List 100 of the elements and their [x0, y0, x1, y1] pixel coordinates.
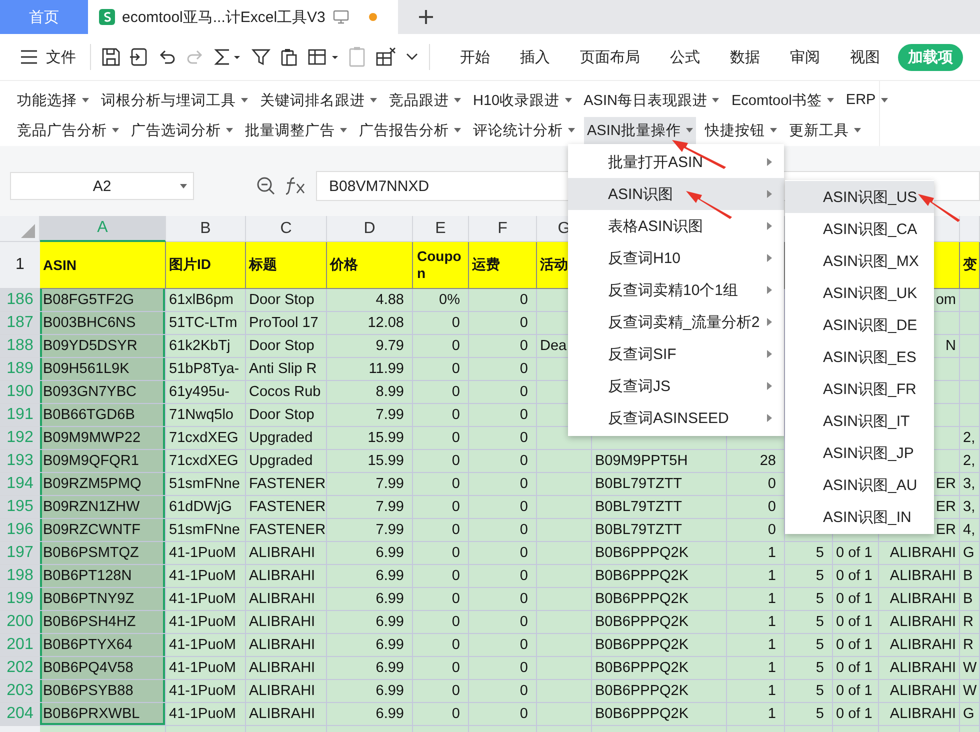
- table-cell: 4.88: [327, 289, 413, 312]
- empty-cell: [537, 611, 592, 634]
- caret-icon: [112, 128, 119, 132]
- table-cell: 0: [469, 427, 537, 450]
- table-cell: B09H561L9K: [40, 358, 166, 381]
- row-number[interactable]: 1: [0, 242, 40, 289]
- ribbon-tab[interactable]: 页面布局: [568, 44, 652, 70]
- addin-menu-button[interactable]: 广告报告分析: [356, 116, 464, 144]
- table-cell: FASTENER: [246, 519, 327, 542]
- table-cell: 0: [469, 519, 537, 542]
- document-tab[interactable]: ecomtool亚马...计Excel工具V3: [88, 0, 398, 34]
- addin-menu-button[interactable]: 批量调整广告: [242, 116, 350, 144]
- submenu-arrow-icon: [767, 222, 772, 230]
- submenu-item[interactable]: ASIN识图_CA: [785, 213, 934, 245]
- menu-item[interactable]: ASIN识图: [568, 178, 784, 210]
- table-cell: B09RZM5PMQ: [40, 473, 166, 496]
- table-cell: W: [960, 657, 980, 680]
- column-letter[interactable]: E: [413, 216, 469, 242]
- submenu-item[interactable]: ASIN识图_MX: [785, 245, 934, 277]
- ribbon-tab[interactable]: 审阅: [778, 44, 832, 70]
- table-cell: Door Stop: [246, 404, 327, 427]
- empty-cell: [960, 312, 980, 335]
- table-cell: 2,: [960, 427, 980, 450]
- table-cell: Anti Slip R: [246, 358, 327, 381]
- table-cell: 0: [469, 634, 537, 657]
- ribbon-tab[interactable]: 数据: [718, 44, 772, 70]
- submenu-arrow-icon: [767, 190, 772, 198]
- column-letter[interactable]: B: [166, 216, 246, 242]
- empty-cell: [960, 381, 980, 404]
- empty-cell: [960, 358, 980, 381]
- clipboard-icon[interactable]: [279, 47, 299, 67]
- ribbon-tab[interactable]: 插入: [508, 44, 562, 70]
- addin-menu-button[interactable]: ASIN批量操作: [584, 116, 696, 144]
- table-cell: B09YD5DSYR: [40, 335, 166, 358]
- export-icon[interactable]: [129, 47, 149, 67]
- addin-menu-button[interactable]: 关键词排名跟进: [257, 86, 380, 114]
- table-cell: 51bP8Tya-: [166, 358, 246, 381]
- menu-item[interactable]: 反查词ASINSEED: [568, 402, 784, 434]
- submenu-arrow-icon: [767, 350, 772, 358]
- save-icon[interactable]: [101, 47, 121, 67]
- table-cell: 0: [469, 588, 537, 611]
- caret-icon: [826, 98, 834, 102]
- table-cell: ProTool 17: [246, 312, 327, 335]
- table-cell: B093GN7YBC: [40, 381, 166, 404]
- addin-menu-button[interactable]: 广告选词分析: [128, 116, 236, 144]
- ribbon-tab[interactable]: 视图: [838, 44, 892, 70]
- name-box[interactable]: A2: [10, 172, 194, 200]
- table-cell: 0: [413, 634, 469, 657]
- addin-menu-button[interactable]: Ecomtool书签: [728, 86, 837, 114]
- menu-item[interactable]: 反查词JS: [568, 370, 784, 402]
- table-delete-icon[interactable]: [375, 46, 397, 68]
- column-letter[interactable]: C: [246, 216, 327, 242]
- addin-menu-button[interactable]: 词根分析与埋词工具: [98, 86, 251, 114]
- table-cell: ALIBRAHI: [879, 680, 960, 703]
- table-cell: ALIBRAHI: [246, 542, 327, 565]
- table-cell: 5: [785, 542, 833, 565]
- table-cell: B0B6PTNY9Z: [40, 588, 166, 611]
- table-cell: 5: [785, 565, 833, 588]
- ribbon-tab[interactable]: 公式: [658, 44, 712, 70]
- addin-menu-button[interactable]: H10收录跟进: [470, 86, 575, 114]
- table-cell: 41-1PuoM: [166, 611, 246, 634]
- column-letter[interactable]: F: [469, 216, 537, 242]
- clipboard-icon[interactable]: [347, 46, 367, 68]
- menu-item[interactable]: 批量打开ASIN: [568, 146, 784, 178]
- menu-item[interactable]: 反查词卖精_流量分析2: [568, 306, 784, 338]
- new-tab-icon[interactable]: [418, 9, 434, 25]
- table-cell: B09M9MWP22: [40, 427, 166, 450]
- addin-menu-button[interactable]: 更新工具: [786, 116, 864, 144]
- table-cell: 61xlB6pm: [166, 289, 246, 312]
- table-cell: B0B6PPPQ2K: [592, 657, 727, 680]
- sum-icon[interactable]: [213, 47, 243, 67]
- submenu-item[interactable]: ASIN识图_IT: [785, 405, 934, 437]
- function-icon[interactable]: [285, 176, 307, 196]
- table-icon[interactable]: [307, 47, 339, 67]
- table-cell: 0: [469, 680, 537, 703]
- addin-menu-button[interactable]: 功能选择: [14, 86, 92, 114]
- table-cell: 5: [785, 588, 833, 611]
- addin-menu-button[interactable]: 竞品广告分析: [14, 116, 122, 144]
- zoom-icon[interactable]: [256, 176, 276, 196]
- addin-menu-button[interactable]: ERP: [842, 88, 891, 112]
- monitor-icon[interactable]: [333, 10, 350, 24]
- addin-menu-button[interactable]: 快捷按钮: [702, 116, 780, 144]
- submenu-item[interactable]: ASIN识图_US: [785, 181, 934, 213]
- submenu-item[interactable]: ASIN识图_FR: [785, 373, 934, 405]
- file-menu-button[interactable]: 文件: [16, 46, 80, 68]
- addin-menu-button[interactable]: 竞品跟进: [386, 86, 464, 114]
- submenu-item[interactable]: ASIN识图_JP: [785, 437, 934, 469]
- addin-menu-button[interactable]: 评论统计分析: [470, 116, 578, 144]
- table-cell: B0B6PSYB88: [40, 680, 166, 703]
- table-cell: 0: [413, 496, 469, 519]
- table-cell: R: [960, 611, 980, 634]
- table-cell: 6.99: [327, 634, 413, 657]
- filter-icon[interactable]: [251, 47, 271, 67]
- addin-menu-button[interactable]: ASIN每日表现跟进: [580, 86, 722, 114]
- table-cell: 0: [413, 335, 469, 358]
- column-letter[interactable]: D: [327, 216, 413, 242]
- table-cell: 71cxdXEG: [166, 427, 246, 450]
- table-cell: FASTENER: [246, 496, 327, 519]
- ribbon-tab[interactable]: 开始: [448, 44, 502, 70]
- table-cell: 41-1PuoM: [166, 565, 246, 588]
